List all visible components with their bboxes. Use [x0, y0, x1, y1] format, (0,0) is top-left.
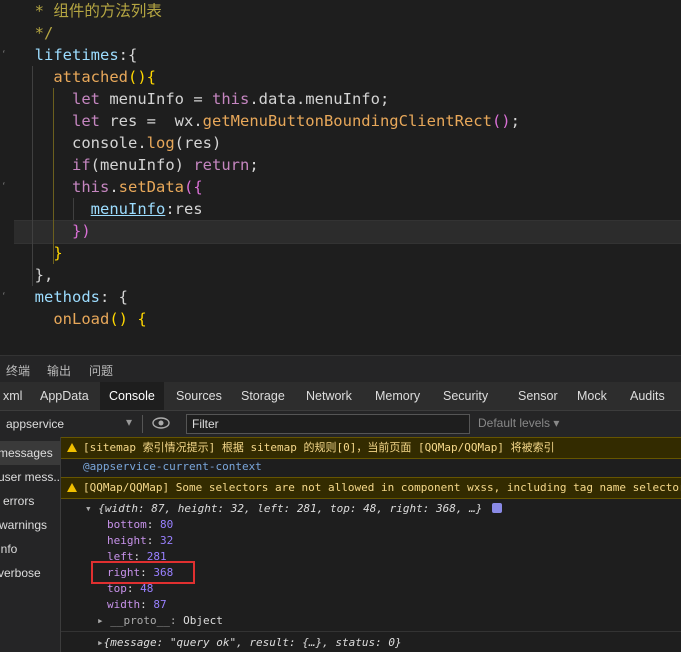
code-line: onLoad() { [53, 310, 147, 328]
code-line: this.setData({ [72, 178, 203, 196]
warning-message: [sitemap 索引情况提示] 根据 sitemap 的规则[0]，当前页面 … [61, 437, 681, 459]
sidebar-item-warnings[interactable]: warnings [0, 513, 60, 537]
object-property: bottom: 80 [107, 518, 174, 531]
tab-audits[interactable]: Audits [621, 382, 674, 410]
code-line: if(menuInfo) return; [72, 156, 259, 174]
sidebar-item-verbose[interactable]: verbose [0, 561, 60, 585]
object-property: height: 32 [107, 534, 174, 547]
expand-triangle-icon[interactable]: ▾ [85, 502, 92, 515]
log-levels-select[interactable]: Default levels ▾ [478, 416, 559, 430]
filter-input[interactable]: Filter [186, 414, 470, 434]
bottom-panel-bar: 终端 输出 问题 [0, 355, 681, 383]
current-line-highlight [14, 220, 681, 244]
fold-marker-icon[interactable]: ‘ [1, 176, 7, 198]
object-summary[interactable]: ▾ {width: 87, height: 32, left: 281, top… [85, 502, 502, 515]
tab-sensor[interactable]: Sensor [509, 382, 567, 410]
chevron-down-icon[interactable]: ▾ [126, 415, 132, 429]
tab-memory[interactable]: Memory [366, 382, 429, 410]
divider [61, 631, 681, 632]
devtools-tabs: xml AppData Console Sources Storage Netw… [0, 382, 681, 411]
highlight-box [91, 561, 195, 584]
log-entry[interactable]: ▸{message: "query ok", result: {…}, stat… [97, 636, 402, 649]
code-line: console.log(res) [72, 134, 222, 152]
tab-security[interactable]: Security [434, 382, 497, 410]
sidebar-item-errors[interactable]: errors [0, 489, 60, 513]
code-line: */ [34, 24, 54, 42]
sidebar-item-user-messages[interactable]: user mess... [0, 465, 60, 489]
sidebar-item-info[interactable]: info [0, 537, 60, 561]
warning-message: [QQMap/QQMap] Some selectors are not all… [61, 477, 681, 499]
fold-marker-icon[interactable]: ‘ [1, 286, 7, 308]
code-line: lifetimes:{ [34, 46, 138, 64]
tab-sources[interactable]: Sources [167, 382, 231, 410]
code-editor[interactable]: * 组件的方法列表 */ lifetimes:{ attached(){ let… [0, 0, 681, 355]
proto-row[interactable]: ▸ __proto__: Object [97, 614, 223, 627]
tab-wxml[interactable]: xml [0, 382, 31, 410]
code-line: } [53, 244, 63, 262]
warning-icon [67, 483, 77, 492]
tab-terminal[interactable]: 终端 [6, 362, 30, 379]
sidebar-item-messages[interactable]: messages [0, 441, 60, 465]
console-filter-bar: appservice ▾ Filter Default levels ▾ [0, 411, 681, 438]
code-line: let res = wx.getMenuButtonBoundingClient… [72, 112, 520, 130]
tab-storage[interactable]: Storage [232, 382, 294, 410]
code-line: menuInfo:res [90, 200, 203, 218]
warning-icon [67, 443, 77, 452]
tab-appdata[interactable]: AppData [31, 382, 98, 410]
code-line: let menuInfo = this.data.menuInfo; [72, 90, 390, 108]
eye-icon[interactable] [152, 415, 170, 434]
tab-console[interactable]: Console [100, 382, 164, 410]
object-property: width: 87 [107, 598, 167, 611]
code-line: attached(){ [53, 68, 156, 86]
code-line: methods: { [34, 288, 128, 306]
tab-problems[interactable]: 问题 [89, 362, 113, 379]
code-line: * 组件的方法列表 [34, 2, 162, 20]
context-link[interactable]: @appservice-current-context [83, 460, 262, 473]
context-select[interactable]: appservice [6, 417, 64, 431]
console-sidebar: messages user mess... errors warnings in… [0, 437, 61, 652]
code-line: }) [72, 222, 91, 240]
fold-marker-icon[interactable]: ‘ [1, 44, 7, 66]
tab-network[interactable]: Network [297, 382, 361, 410]
divider [142, 415, 143, 433]
tab-mock[interactable]: Mock [568, 382, 616, 410]
tab-output[interactable]: 输出 [47, 362, 71, 379]
console-log: [sitemap 索引情况提示] 根据 sitemap 的规则[0]，当前页面 … [61, 437, 681, 652]
info-icon[interactable] [491, 503, 502, 513]
code-line: }, [34, 266, 54, 284]
